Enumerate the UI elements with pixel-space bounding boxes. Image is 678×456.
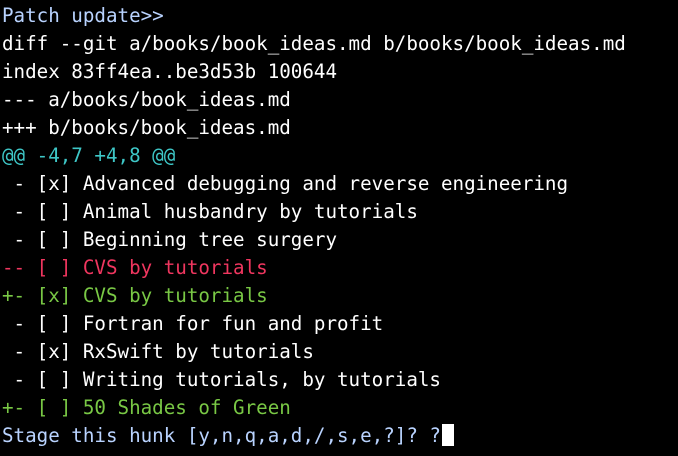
added-line: +- [x] CVS by tutorials — [2, 284, 268, 307]
text-cursor — [441, 424, 454, 446]
prompt-line: Patch update>> — [2, 4, 164, 27]
new-file-line: +++ b/books/book_ideas.md — [2, 116, 291, 139]
terminal-window[interactable]: Patch update>> diff --git a/books/book_i… — [0, 0, 678, 456]
context-line: - [x] RxSwift by tutorials — [2, 340, 314, 363]
diff-header-line: diff --git a/books/book_ideas.md b/books… — [2, 32, 626, 55]
stage-hunk-prompt-line[interactable]: Stage this hunk [y,n,q,a,d,/,s,e,?]? ? — [2, 422, 454, 450]
context-line: - [ ] Fortran for fun and profit — [2, 312, 384, 335]
context-line: - [ ] Writing tutorials, by tutorials — [2, 368, 441, 391]
added-line: +- [ ] 50 Shades of Green — [2, 396, 291, 419]
typed-input[interactable]: ? — [429, 424, 441, 447]
context-line: - [x] Advanced debugging and reverse eng… — [2, 172, 569, 195]
context-line: - [ ] Beginning tree surgery — [2, 228, 338, 251]
removed-line: -- [ ] CVS by tutorials — [2, 256, 268, 279]
stage-hunk-prompt-text: Stage this hunk [y,n,q,a,d,/,s,e,?]? — [2, 424, 430, 447]
old-file-line: --- a/books/book_ideas.md — [2, 88, 291, 111]
index-line: index 83ff4ea..be3d53b 100644 — [2, 60, 338, 83]
context-line: - [ ] Animal husbandry by tutorials — [2, 200, 418, 223]
hunk-header-line: @@ -4,7 +4,8 @@ — [2, 144, 176, 167]
